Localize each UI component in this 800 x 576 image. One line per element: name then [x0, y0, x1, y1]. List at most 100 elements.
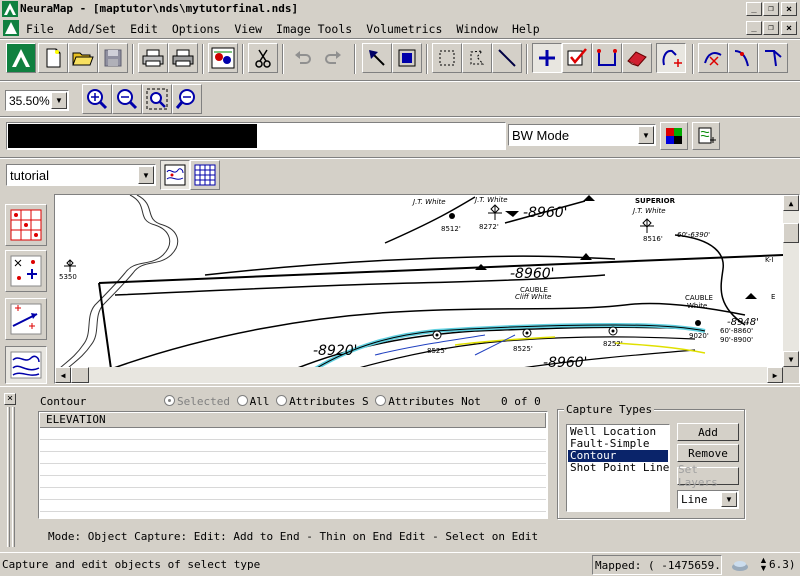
close-button[interactable]: ×: [781, 2, 797, 16]
menu-add-set[interactable]: Add/Set: [68, 22, 116, 36]
map-vertical-scrollbar[interactable]: ▲ ▼: [783, 195, 799, 367]
zoom-in-icon[interactable]: [82, 84, 112, 114]
chevron-down-icon[interactable]: ▼: [638, 126, 654, 144]
lasso-select-icon[interactable]: [462, 43, 492, 73]
radio-attributes[interactable]: Attributes S: [276, 395, 369, 408]
line-select-icon[interactable]: [492, 43, 522, 73]
scroll-right-button[interactable]: ▶: [767, 367, 783, 383]
scroll-h-thumb[interactable]: [71, 367, 89, 383]
map-label: J.T. White: [473, 196, 508, 204]
radio-selected[interactable]: Selected: [164, 395, 230, 408]
table-header-elevation[interactable]: ELEVATION: [40, 413, 546, 428]
image-adjust-icon[interactable]: [692, 122, 720, 150]
grid-points-icon[interactable]: [5, 204, 47, 246]
object-type-label: Contour: [40, 395, 87, 408]
select-arrow-icon[interactable]: [362, 43, 392, 73]
doc-restore-button[interactable]: ❐: [763, 21, 779, 35]
undo-icon[interactable]: [288, 43, 318, 73]
open-folder-icon[interactable]: [68, 43, 98, 73]
print-preview-icon[interactable]: [168, 43, 198, 73]
map-label: J.T. White: [411, 198, 446, 206]
map-horizontal-scrollbar[interactable]: ◀ ▶: [55, 367, 783, 383]
remove-button[interactable]: Remove: [677, 444, 739, 462]
line-type-select[interactable]: Line ▼: [677, 490, 739, 509]
panel-close-button[interactable]: ×: [4, 393, 16, 405]
menu-options[interactable]: Options: [172, 22, 220, 36]
color-palette-icon[interactable]: [660, 122, 688, 150]
neuramap-logo-button[interactable]: [6, 43, 36, 73]
map-label: -8960': [510, 266, 555, 282]
left-toolbar: [0, 194, 52, 384]
map-label: White: [687, 302, 707, 310]
menu-edit[interactable]: Edit: [130, 22, 158, 36]
map-label: 60'-8860': [720, 327, 753, 335]
save-disk-icon[interactable]: [98, 43, 128, 73]
map-canvas[interactable]: J.T. White J.T. White SUPERIOR J.T. Whit…: [54, 194, 800, 384]
map-view-icon[interactable]: [160, 160, 190, 190]
map-label: CAUBLE: [685, 294, 713, 302]
zoom-select[interactable]: 35.50% ▼: [5, 90, 69, 111]
zoom-out-icon[interactable]: [112, 84, 142, 114]
zoom-previous-icon[interactable]: [172, 84, 202, 114]
progress-bar: [6, 122, 506, 150]
status-tail: 6.3): [769, 558, 796, 571]
contour-map-icon[interactable]: [5, 346, 47, 384]
redo-icon[interactable]: [318, 43, 348, 73]
map-settings-icon[interactable]: [208, 43, 238, 73]
scroll-thumb[interactable]: [783, 223, 799, 243]
status-hint: Capture and edit objects of select type: [2, 558, 261, 571]
add-button[interactable]: Add: [677, 423, 739, 441]
zoom-extent-icon[interactable]: [142, 84, 172, 114]
scatter-points-icon[interactable]: [5, 250, 47, 292]
chevron-down-icon[interactable]: ▼: [51, 92, 67, 109]
chevron-down-icon[interactable]: ▼: [138, 166, 154, 184]
scroll-up-button[interactable]: ▲: [783, 195, 799, 211]
menu-file[interactable]: File: [26, 22, 54, 36]
radio-all[interactable]: All: [236, 395, 269, 408]
menu-help[interactable]: Help: [512, 22, 540, 36]
menu-image-tools[interactable]: Image Tools: [276, 22, 352, 36]
split-contour-icon[interactable]: [758, 43, 788, 73]
eraser-icon[interactable]: [622, 43, 652, 73]
rectangle-select-icon[interactable]: [432, 43, 462, 73]
document-icon: [3, 20, 19, 36]
grid-view-icon[interactable]: [190, 160, 220, 190]
map-label: 9020': [689, 332, 709, 340]
select-box-icon[interactable]: [392, 43, 422, 73]
restore-button[interactable]: ❐: [763, 2, 779, 16]
map-label: 5350: [59, 273, 77, 281]
menu-window[interactable]: Window: [456, 22, 498, 36]
cut-scissors-icon[interactable]: [248, 43, 278, 73]
scroll-down-button[interactable]: ▼: [783, 351, 799, 367]
scroll-left-button[interactable]: ◀: [55, 367, 71, 383]
color-mode-value: BW Mode: [512, 128, 570, 143]
print-icon[interactable]: [138, 43, 168, 73]
crosshair-capture-icon[interactable]: [532, 43, 562, 73]
cut-contour-icon[interactable]: [698, 43, 728, 73]
well-arrow-icon[interactable]: [5, 298, 47, 340]
minimize-button[interactable]: _: [746, 2, 762, 16]
color-mode-select[interactable]: BW Mode ▼: [508, 124, 656, 146]
chevron-down-icon[interactable]: ▼: [721, 492, 737, 507]
map-label: 8525': [427, 347, 447, 355]
checkbox-edit-icon[interactable]: [562, 43, 592, 73]
new-file-icon[interactable]: [38, 43, 68, 73]
bracket-edit-icon[interactable]: [592, 43, 622, 73]
map-label: 60'-6390': [677, 231, 710, 239]
contour-add-icon[interactable]: [656, 43, 686, 73]
set-layers-button[interactable]: Set Layers: [677, 463, 739, 489]
map-label: Cliff White: [515, 293, 551, 301]
doc-close-button[interactable]: ×: [781, 21, 797, 35]
map-label: E: [771, 293, 775, 301]
menu-view[interactable]: View: [234, 22, 262, 36]
menu-volumetrics[interactable]: Volumetrics: [366, 22, 442, 36]
capture-types-list[interactable]: Well Location Fault-Simple Contour Shot …: [566, 424, 670, 512]
radio-attributes-not[interactable]: Attributes Not: [375, 395, 481, 408]
map-label: 8272': [479, 223, 499, 231]
capture-types-title: Capture Types: [564, 403, 655, 416]
attribute-table[interactable]: ELEVATION: [38, 411, 548, 519]
capture-type-shot-point-line[interactable]: Shot Point Line: [568, 462, 669, 474]
join-contour-icon[interactable]: [728, 43, 758, 73]
doc-minimize-button[interactable]: _: [746, 21, 762, 35]
layer-select[interactable]: tutorial ▼: [6, 164, 156, 186]
